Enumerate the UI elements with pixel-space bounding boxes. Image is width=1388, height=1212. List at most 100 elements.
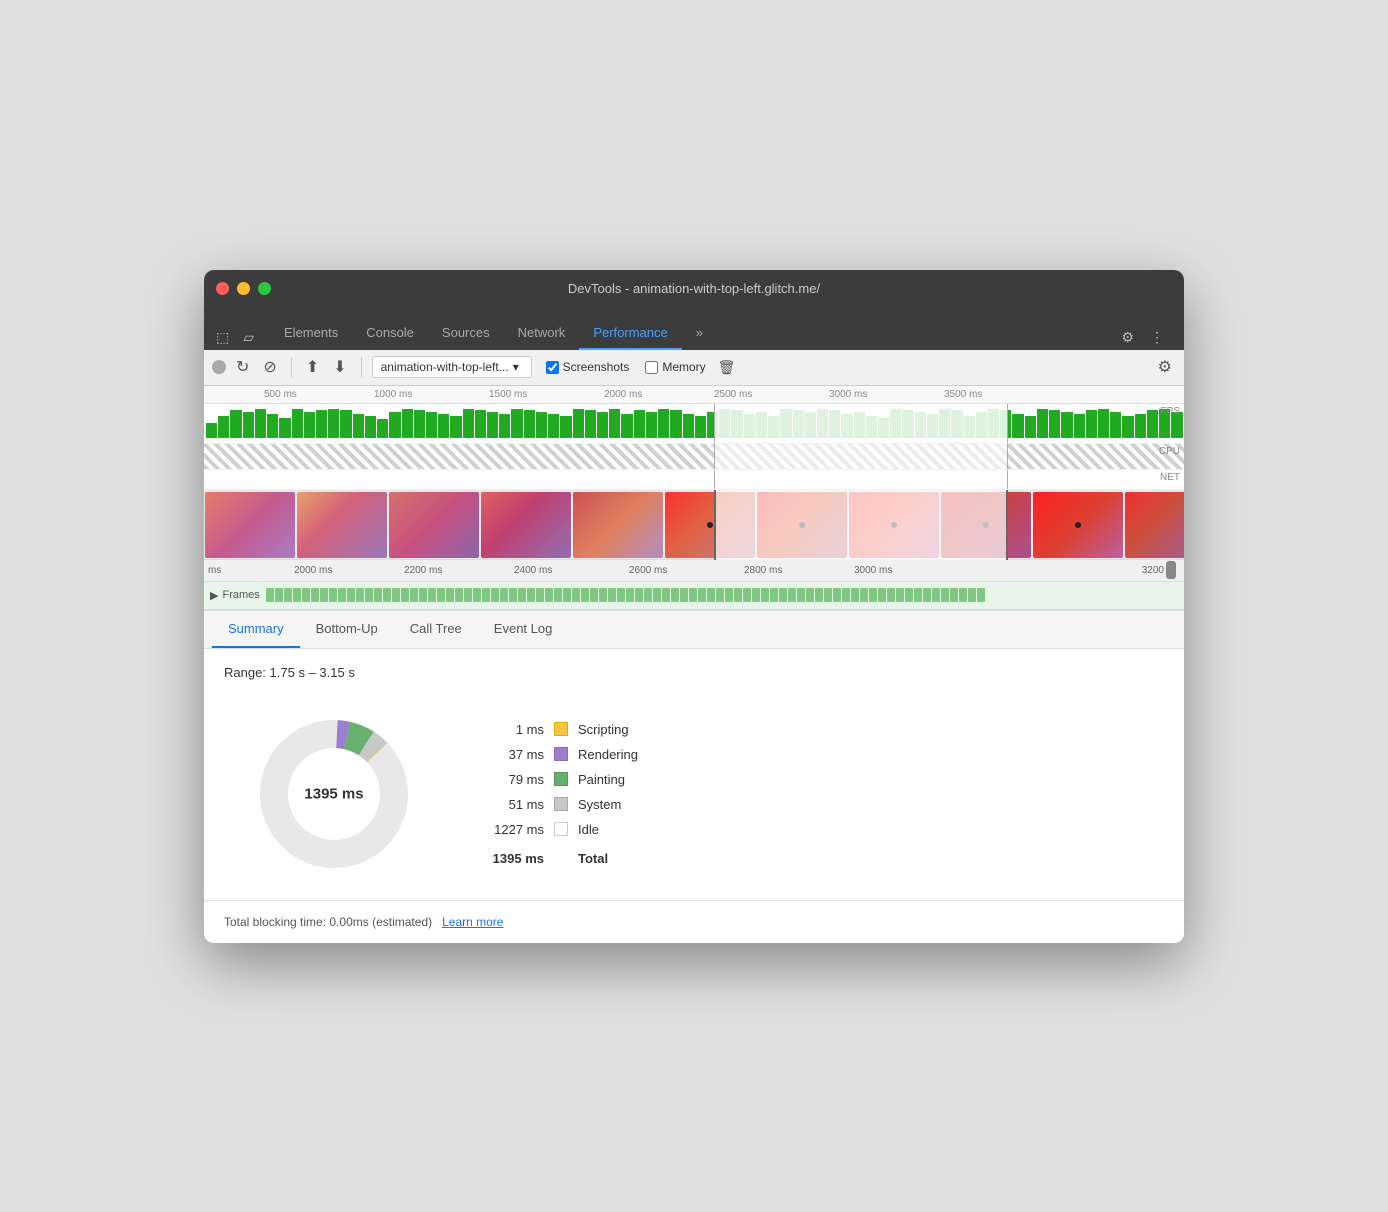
- frames-triangle-icon[interactable]: ▶: [210, 589, 218, 602]
- tab-sources[interactable]: Sources: [428, 317, 504, 350]
- tab-network[interactable]: Network: [504, 317, 580, 350]
- fps-bar: [414, 410, 425, 437]
- frame-bar: [491, 588, 499, 602]
- frames-row: ▶ Frames: [204, 582, 1184, 610]
- url-selector[interactable]: animation-with-top-left... ▾: [372, 356, 532, 378]
- frame-bar: [572, 588, 580, 602]
- scripting-ms: 1 ms: [484, 722, 544, 737]
- frame-bar: [707, 588, 715, 602]
- system-ms: 51 ms: [484, 797, 544, 812]
- blocking-text: Total blocking time: 0.00ms (estimated): [224, 915, 432, 929]
- memory-checkbox[interactable]: [645, 361, 658, 374]
- frame-bar: [743, 588, 751, 602]
- reload-button[interactable]: ↻: [232, 355, 253, 379]
- tick-2000: 2000 ms: [604, 389, 642, 400]
- fps-bar: [450, 416, 461, 438]
- tick-1000: 1000 ms: [374, 389, 412, 400]
- frame-bar: [311, 588, 319, 602]
- fps-bar: [1135, 414, 1146, 437]
- fps-bar: [230, 410, 241, 437]
- fps-bar: [585, 410, 596, 437]
- learn-more-link[interactable]: Learn more: [442, 915, 503, 929]
- tab-performance[interactable]: Performance: [579, 317, 681, 350]
- cursor-icon[interactable]: ⬚: [212, 325, 233, 350]
- minimize-button[interactable]: [237, 282, 250, 295]
- frame-bar: [338, 588, 346, 602]
- frame-bar: [932, 588, 940, 602]
- fps-bar: [695, 416, 706, 438]
- screenshots-checkbox[interactable]: [546, 361, 559, 374]
- fps-bar: [304, 412, 315, 438]
- legend-total: 1395 ms Total: [484, 851, 638, 866]
- tick-1500: 1500 ms: [489, 389, 527, 400]
- fps-bar: [328, 409, 339, 438]
- tick-3000: 3000 ms: [829, 389, 867, 400]
- tick2-2800: 2800 ms: [744, 565, 782, 576]
- device-icon[interactable]: ▱: [239, 325, 258, 350]
- memory-checkbox-label: Memory: [645, 360, 705, 374]
- tab-summary[interactable]: Summary: [212, 611, 300, 648]
- frame-bar: [482, 588, 490, 602]
- download-button[interactable]: ⬇: [329, 355, 350, 379]
- frame-bar: [887, 588, 895, 602]
- screenshot-thumb[interactable]: [573, 492, 663, 558]
- fps-bar: [1110, 412, 1121, 438]
- fps-bars: [204, 409, 1184, 438]
- record-button[interactable]: [212, 360, 226, 374]
- screenshot-thumb[interactable]: [205, 492, 295, 558]
- idle-swatch: [554, 822, 568, 836]
- frame-bar: [392, 588, 400, 602]
- url-text: animation-with-top-left...: [381, 360, 509, 374]
- total-label: Total: [578, 851, 608, 866]
- stop-button[interactable]: ⊘: [259, 355, 280, 379]
- screenshot-thumb[interactable]: [297, 492, 387, 558]
- more-icon[interactable]: ⋮: [1146, 325, 1168, 350]
- frame-bar: [365, 588, 373, 602]
- frame-bar: [509, 588, 517, 602]
- fps-selection: [714, 404, 1008, 443]
- fps-bar: [670, 410, 681, 437]
- tab-console[interactable]: Console: [352, 317, 428, 350]
- frame-bar: [401, 588, 409, 602]
- frame-bar: [779, 588, 787, 602]
- tick-3500: 3500 ms: [944, 389, 982, 400]
- settings-icon[interactable]: ⚙: [1117, 325, 1138, 350]
- gear-icon[interactable]: ⚙: [1154, 355, 1176, 379]
- fps-bar: [536, 412, 547, 438]
- maximize-button[interactable]: [258, 282, 271, 295]
- tab-bottom-up[interactable]: Bottom-Up: [300, 611, 394, 648]
- frame-bar: [545, 588, 553, 602]
- tab-call-tree[interactable]: Call Tree: [394, 611, 478, 648]
- tab-elements[interactable]: Elements: [270, 317, 352, 350]
- fps-bar: [487, 412, 498, 438]
- trash-icon[interactable]: 🗑: [712, 357, 742, 378]
- titlebar: DevTools - animation-with-top-left.glitc…: [204, 270, 1184, 308]
- total-ms: 1395 ms: [484, 851, 544, 866]
- tab-event-log[interactable]: Event Log: [478, 611, 569, 648]
- upload-button[interactable]: ⬆: [302, 355, 323, 379]
- frame-bar: [500, 588, 508, 602]
- fps-bar: [1025, 416, 1036, 438]
- fps-bar: [1147, 410, 1158, 437]
- legend-scripting: 1 ms Scripting: [484, 722, 638, 737]
- frame-bar: [815, 588, 823, 602]
- legend-system: 51 ms System: [484, 797, 638, 812]
- close-button[interactable]: [216, 282, 229, 295]
- frame-bar: [374, 588, 382, 602]
- screenshot-thumb[interactable]: [1033, 492, 1123, 558]
- frame-bar: [302, 588, 310, 602]
- devtools-icons: ⬚ ▱: [212, 325, 258, 350]
- screenshot-thumb[interactable]: [1125, 492, 1184, 558]
- tab-more[interactable]: »: [682, 317, 717, 350]
- net-row: NET: [204, 470, 1184, 490]
- screenshot-thumb[interactable]: [389, 492, 479, 558]
- scrollbar-thumb[interactable]: [1166, 561, 1176, 579]
- frame-bar: [671, 588, 679, 602]
- frame-bar: [437, 588, 445, 602]
- frame-bar: [797, 588, 805, 602]
- cpu-row: CPU: [204, 444, 1184, 470]
- fps-bar: [499, 414, 510, 437]
- system-swatch: [554, 797, 568, 811]
- fps-bar: [683, 414, 694, 437]
- screenshot-thumb[interactable]: [481, 492, 571, 558]
